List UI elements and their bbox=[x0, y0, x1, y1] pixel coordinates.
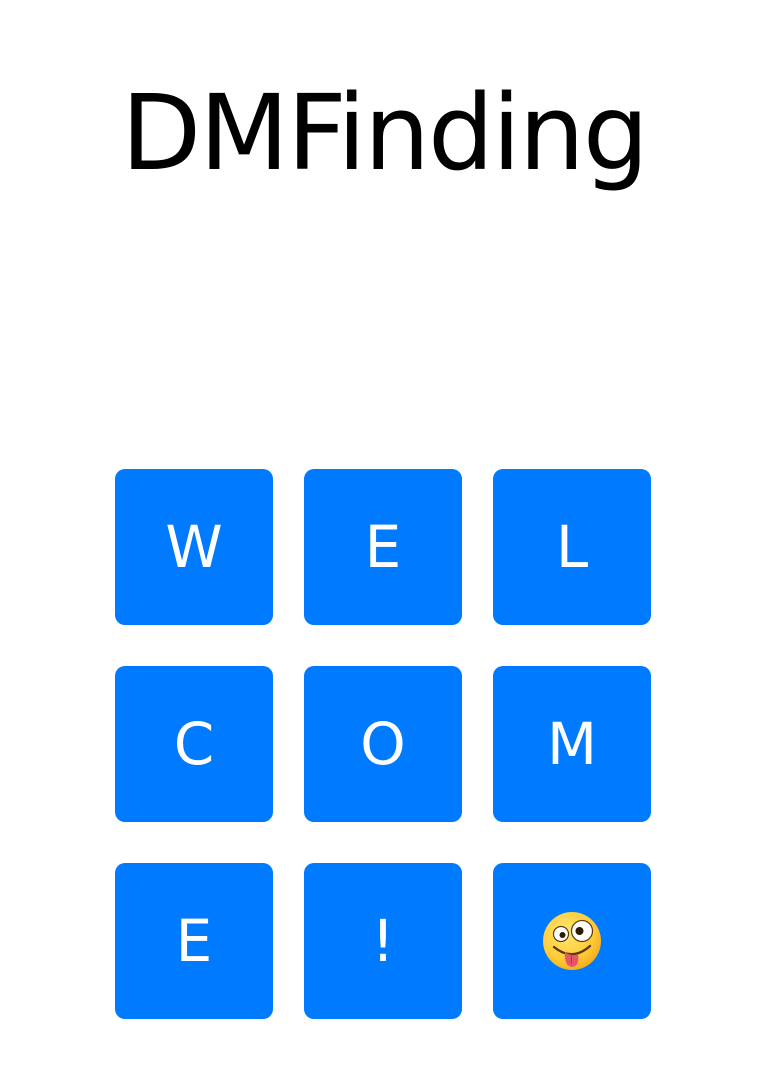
tile-l[interactable]: L bbox=[493, 469, 651, 625]
tile-grid: W E L C O M E ! bbox=[115, 469, 651, 1020]
zany-face-emoji-icon bbox=[541, 910, 603, 972]
tile-w[interactable]: W bbox=[115, 469, 273, 625]
tile-label: O bbox=[360, 710, 406, 778]
tile-exclamation[interactable]: ! bbox=[304, 863, 462, 1019]
tile-label: ! bbox=[371, 907, 395, 975]
tile-e[interactable]: E bbox=[304, 469, 462, 625]
tile-label: M bbox=[546, 710, 598, 778]
app-title: DMFinding bbox=[121, 72, 649, 194]
tile-label: W bbox=[165, 513, 223, 581]
tile-label: E bbox=[364, 513, 402, 581]
tile-label: L bbox=[555, 513, 589, 581]
tile-label: C bbox=[173, 710, 215, 778]
tile-emoji[interactable] bbox=[493, 863, 651, 1019]
tile-o[interactable]: O bbox=[304, 666, 462, 822]
tile-m[interactable]: M bbox=[493, 666, 651, 822]
tile-e-second[interactable]: E bbox=[115, 863, 273, 1019]
tile-c[interactable]: C bbox=[115, 666, 273, 822]
tile-label: E bbox=[175, 907, 213, 975]
